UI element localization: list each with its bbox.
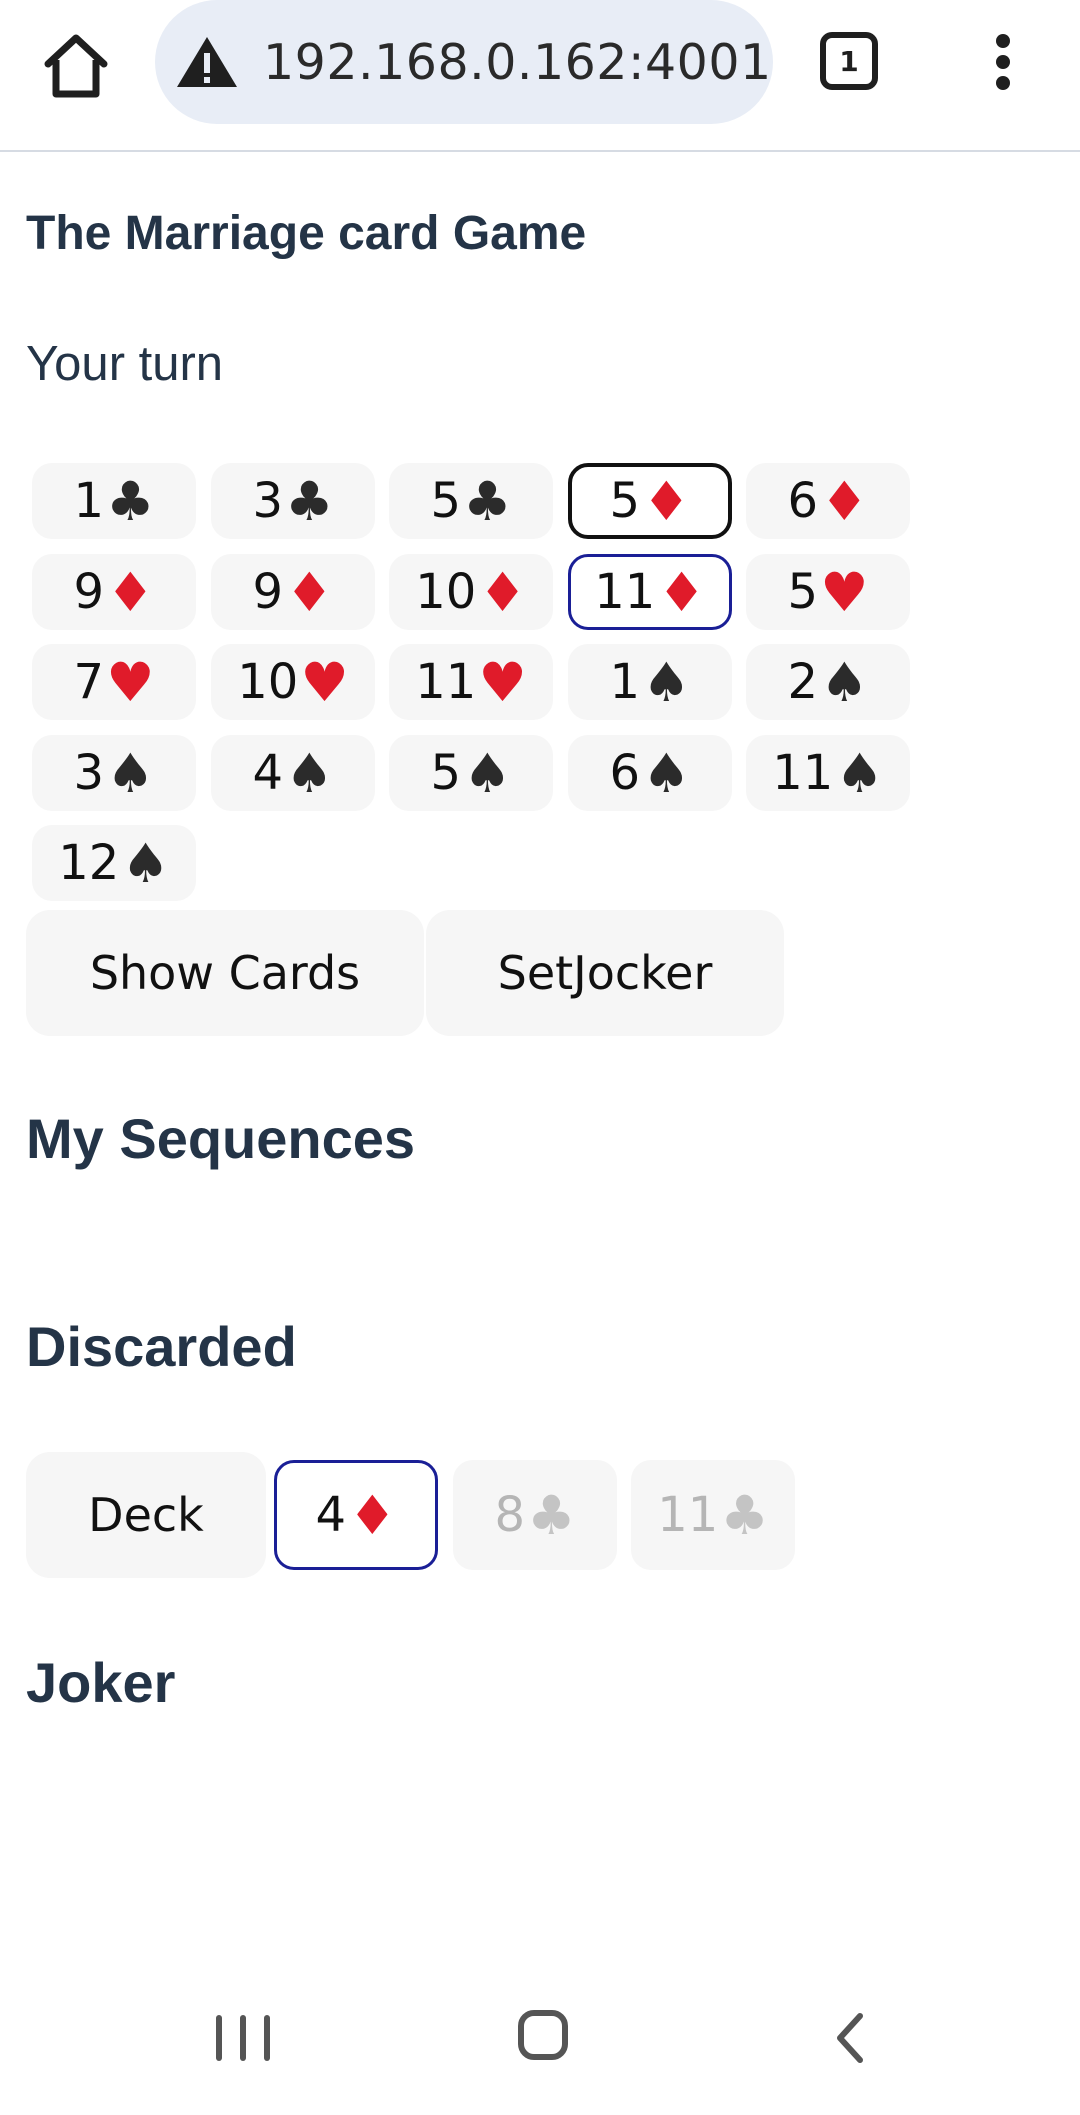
card-rank: 9 bbox=[252, 564, 284, 620]
playing-card[interactable]: 7 ♥ bbox=[32, 644, 196, 720]
spade-suit-icon: ♠ bbox=[642, 741, 691, 805]
card-rank: 1 bbox=[73, 473, 105, 529]
playing-card[interactable]: 5 ♥ bbox=[746, 554, 910, 630]
card-rank: 4 bbox=[315, 1487, 347, 1543]
recent-apps-icon[interactable] bbox=[216, 2015, 270, 2061]
card-rank: 5 bbox=[787, 564, 819, 620]
card-rank: 10 bbox=[237, 654, 299, 710]
diamond-suit-icon: ♦ bbox=[642, 469, 691, 533]
playing-card[interactable]: 11 ♠ bbox=[746, 735, 910, 811]
back-icon[interactable] bbox=[830, 2012, 870, 2064]
tabs-icon[interactable]: 1 bbox=[820, 32, 878, 90]
playing-card[interactable]: 6 ♠ bbox=[568, 735, 732, 811]
playing-card[interactable]: 11 ♥ bbox=[389, 644, 553, 720]
heart-suit-icon: ♥ bbox=[478, 650, 527, 714]
address-bar[interactable]: 192.168.0.162:4001 bbox=[155, 0, 773, 124]
card-rank: 11 bbox=[772, 745, 834, 801]
playing-card[interactable]: 6 ♦ bbox=[746, 463, 910, 539]
card-rank: 6 bbox=[787, 473, 819, 529]
card-rank: 4 bbox=[252, 745, 284, 801]
card-rank: 1 bbox=[609, 654, 641, 710]
playing-card[interactable]: 11 ♦ bbox=[568, 554, 732, 630]
heart-suit-icon: ♥ bbox=[106, 650, 155, 714]
card-rank: 11 bbox=[594, 564, 656, 620]
turn-status: Your turn bbox=[26, 337, 224, 391]
card-rank: 7 bbox=[73, 654, 105, 710]
playing-card[interactable]: 4 ♦ bbox=[274, 1460, 438, 1570]
joker-heading: Joker bbox=[26, 1651, 176, 1714]
playing-card[interactable]: 5 ♣ bbox=[389, 463, 553, 539]
playing-card[interactable]: 1 ♠ bbox=[568, 644, 732, 720]
playing-card[interactable]: 10 ♥ bbox=[211, 644, 375, 720]
playing-card[interactable]: 10 ♦ bbox=[389, 554, 553, 630]
playing-card[interactable]: 4 ♠ bbox=[211, 735, 375, 811]
card-rank: 11 bbox=[415, 654, 477, 710]
playing-card[interactable]: 12 ♠ bbox=[32, 825, 196, 901]
set-joker-button[interactable]: SetJocker bbox=[426, 910, 784, 1036]
club-suit-icon: ♣ bbox=[463, 469, 512, 533]
card-rank: 12 bbox=[58, 835, 120, 891]
menu-dots-icon[interactable] bbox=[985, 34, 1021, 90]
heart-suit-icon: ♥ bbox=[300, 650, 349, 714]
spade-suit-icon: ♠ bbox=[835, 741, 884, 805]
playing-card[interactable]: 2 ♠ bbox=[746, 644, 910, 720]
card-rank: 6 bbox=[609, 745, 641, 801]
diamond-suit-icon: ♦ bbox=[820, 469, 869, 533]
home-nav-icon[interactable] bbox=[518, 2010, 568, 2060]
card-rank: 8 bbox=[494, 1487, 526, 1543]
club-suit-icon: ♣ bbox=[527, 1483, 576, 1547]
sequences-heading: My Sequences bbox=[26, 1107, 416, 1170]
card-rank: 3 bbox=[252, 473, 284, 529]
discarded-heading: Discarded bbox=[26, 1315, 297, 1378]
card-rank: 2 bbox=[787, 654, 819, 710]
playing-card[interactable]: 9 ♦ bbox=[32, 554, 196, 630]
deck-button[interactable]: Deck bbox=[26, 1452, 266, 1578]
playing-card[interactable]: 3 ♣ bbox=[211, 463, 375, 539]
diamond-suit-icon: ♦ bbox=[478, 560, 527, 624]
card-rank: 5 bbox=[609, 473, 641, 529]
club-suit-icon: ♣ bbox=[106, 469, 155, 533]
spade-suit-icon: ♠ bbox=[121, 831, 170, 895]
card-rank: 5 bbox=[430, 473, 462, 529]
playing-card[interactable]: 1 ♣ bbox=[32, 463, 196, 539]
spade-suit-icon: ♠ bbox=[820, 650, 869, 714]
card-rank: 3 bbox=[73, 745, 105, 801]
card-rank: 5 bbox=[430, 745, 462, 801]
page-title: The Marriage card Game bbox=[26, 207, 587, 260]
playing-card[interactable]: 11 ♣ bbox=[631, 1460, 795, 1570]
spade-suit-icon: ♠ bbox=[285, 741, 334, 805]
diamond-suit-icon: ♦ bbox=[106, 560, 155, 624]
show-cards-button[interactable]: Show Cards bbox=[26, 910, 424, 1036]
url-text: 192.168.0.162:4001 bbox=[263, 33, 772, 91]
playing-card[interactable]: 5 ♦ bbox=[568, 463, 732, 539]
club-suit-icon: ♣ bbox=[720, 1483, 769, 1547]
card-rank: 9 bbox=[73, 564, 105, 620]
spade-suit-icon: ♠ bbox=[642, 650, 691, 714]
playing-card[interactable]: 8 ♣ bbox=[453, 1460, 617, 1570]
club-suit-icon: ♣ bbox=[285, 469, 334, 533]
browser-toolbar: 192.168.0.162:4001 1 bbox=[0, 0, 1080, 152]
playing-card[interactable]: 5 ♠ bbox=[389, 735, 553, 811]
spade-suit-icon: ♠ bbox=[106, 741, 155, 805]
playing-card[interactable]: 3 ♠ bbox=[32, 735, 196, 811]
card-rank: 10 bbox=[415, 564, 477, 620]
diamond-suit-icon: ♦ bbox=[285, 560, 334, 624]
heart-suit-icon: ♥ bbox=[820, 560, 869, 624]
warning-icon[interactable] bbox=[175, 35, 239, 89]
spade-suit-icon: ♠ bbox=[463, 741, 512, 805]
home-icon[interactable] bbox=[40, 30, 112, 102]
card-rank: 11 bbox=[657, 1487, 719, 1543]
diamond-suit-icon: ♦ bbox=[657, 560, 706, 624]
playing-card[interactable]: 9 ♦ bbox=[211, 554, 375, 630]
diamond-suit-icon: ♦ bbox=[348, 1483, 397, 1547]
